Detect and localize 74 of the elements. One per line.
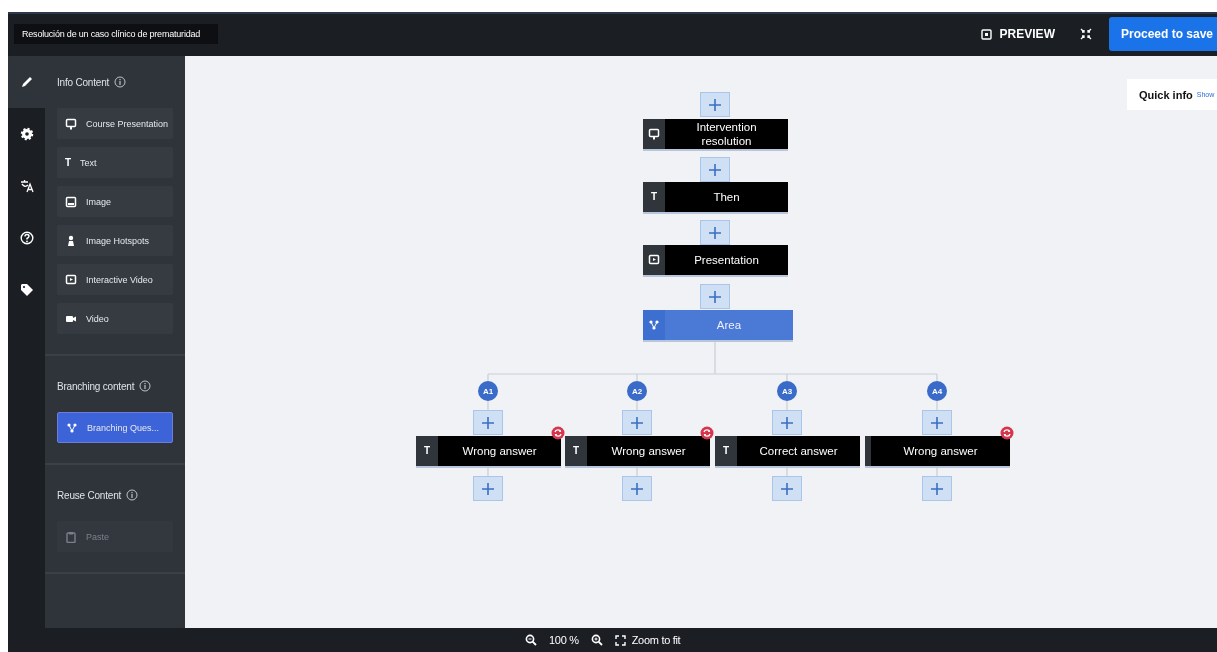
info-icon xyxy=(139,380,152,392)
plus-icon xyxy=(931,416,943,429)
quick-info-label: Quick info xyxy=(1139,88,1193,101)
gear-icon xyxy=(19,127,34,141)
document-title: Resolución de un caso clínico de prematuridad xyxy=(14,24,218,44)
add-button[interactable] xyxy=(473,410,503,435)
add-button[interactable] xyxy=(922,410,952,435)
add-button[interactable] xyxy=(700,220,730,245)
text-type-icon: T xyxy=(650,192,658,202)
info-icon xyxy=(114,76,127,88)
answer-badge: A3 xyxy=(777,381,797,401)
sync-icon[interactable] xyxy=(1000,426,1014,440)
tag-icon xyxy=(19,283,34,297)
sync-icon[interactable] xyxy=(551,426,565,440)
plus-icon xyxy=(781,482,793,495)
zoom-in-icon[interactable] xyxy=(590,634,603,646)
plus-icon xyxy=(709,226,721,239)
plus-icon xyxy=(631,482,643,495)
add-button[interactable] xyxy=(622,410,652,435)
add-button[interactable] xyxy=(473,476,503,501)
play-square-icon xyxy=(648,254,660,266)
add-button[interactable] xyxy=(622,476,652,501)
add-button[interactable] xyxy=(700,157,730,182)
preview-icon xyxy=(980,28,992,40)
plus-icon xyxy=(781,416,793,429)
proceed-button[interactable]: Proceed to save xyxy=(1108,17,1217,51)
branch-icon xyxy=(648,319,660,331)
sync-icon[interactable] xyxy=(700,426,714,440)
plus-icon xyxy=(482,482,494,495)
translate-icon xyxy=(19,179,34,193)
text-type-icon: T xyxy=(572,446,580,456)
zoom-level: 100 % xyxy=(549,634,579,646)
clipboard-icon xyxy=(65,530,77,543)
zoom-to-fit-button[interactable]: Zoom to fit xyxy=(614,634,681,646)
fit-icon xyxy=(614,634,626,646)
content-type-item[interactable]: Video xyxy=(57,303,173,334)
play-square-icon xyxy=(65,273,77,286)
content-type-item[interactable]: Branching Ques... xyxy=(57,412,173,443)
monitor-icon xyxy=(648,128,660,140)
section-heading: Branching content xyxy=(57,380,135,392)
help-icon xyxy=(19,231,34,245)
content-type-item[interactable]: Interactive Video xyxy=(57,264,173,295)
add-button[interactable] xyxy=(700,92,730,117)
add-button[interactable] xyxy=(772,410,802,435)
text-type-icon: T xyxy=(65,157,72,168)
answer-badge: A1 xyxy=(478,381,498,401)
plus-icon xyxy=(709,290,721,303)
plus-icon xyxy=(931,482,943,495)
plus-icon xyxy=(631,416,643,429)
image-icon xyxy=(65,195,77,208)
text-type-icon: T xyxy=(722,446,730,456)
plus-icon xyxy=(709,98,721,111)
section-heading: Info Content xyxy=(57,76,110,88)
content-type-item[interactable]: Image xyxy=(57,186,173,217)
section-heading: Reuse Content xyxy=(57,489,122,501)
info-icon xyxy=(126,489,139,501)
pencil-icon xyxy=(19,75,34,89)
preview-button[interactable]: PREVIEW xyxy=(980,27,1055,41)
content-type-item[interactable]: Course Presentation xyxy=(57,108,173,139)
monitor-icon xyxy=(65,117,77,130)
plus-icon xyxy=(709,163,721,176)
collapse-icon[interactable] xyxy=(1078,27,1093,41)
text-type-icon: T xyxy=(423,446,431,456)
zoom-out-icon[interactable] xyxy=(525,634,537,646)
content-type-item[interactable]: Image Hotspots xyxy=(57,225,173,256)
answer-badge: A4 xyxy=(927,381,947,401)
content-type-item[interactable]: T Text xyxy=(57,147,173,178)
answer-badge: A2 xyxy=(627,381,647,401)
branch-icon xyxy=(66,421,78,434)
plus-icon xyxy=(482,416,494,429)
add-button[interactable] xyxy=(772,476,802,501)
add-button[interactable] xyxy=(700,284,730,309)
add-button[interactable] xyxy=(922,476,952,501)
person-pin-icon xyxy=(65,234,77,247)
